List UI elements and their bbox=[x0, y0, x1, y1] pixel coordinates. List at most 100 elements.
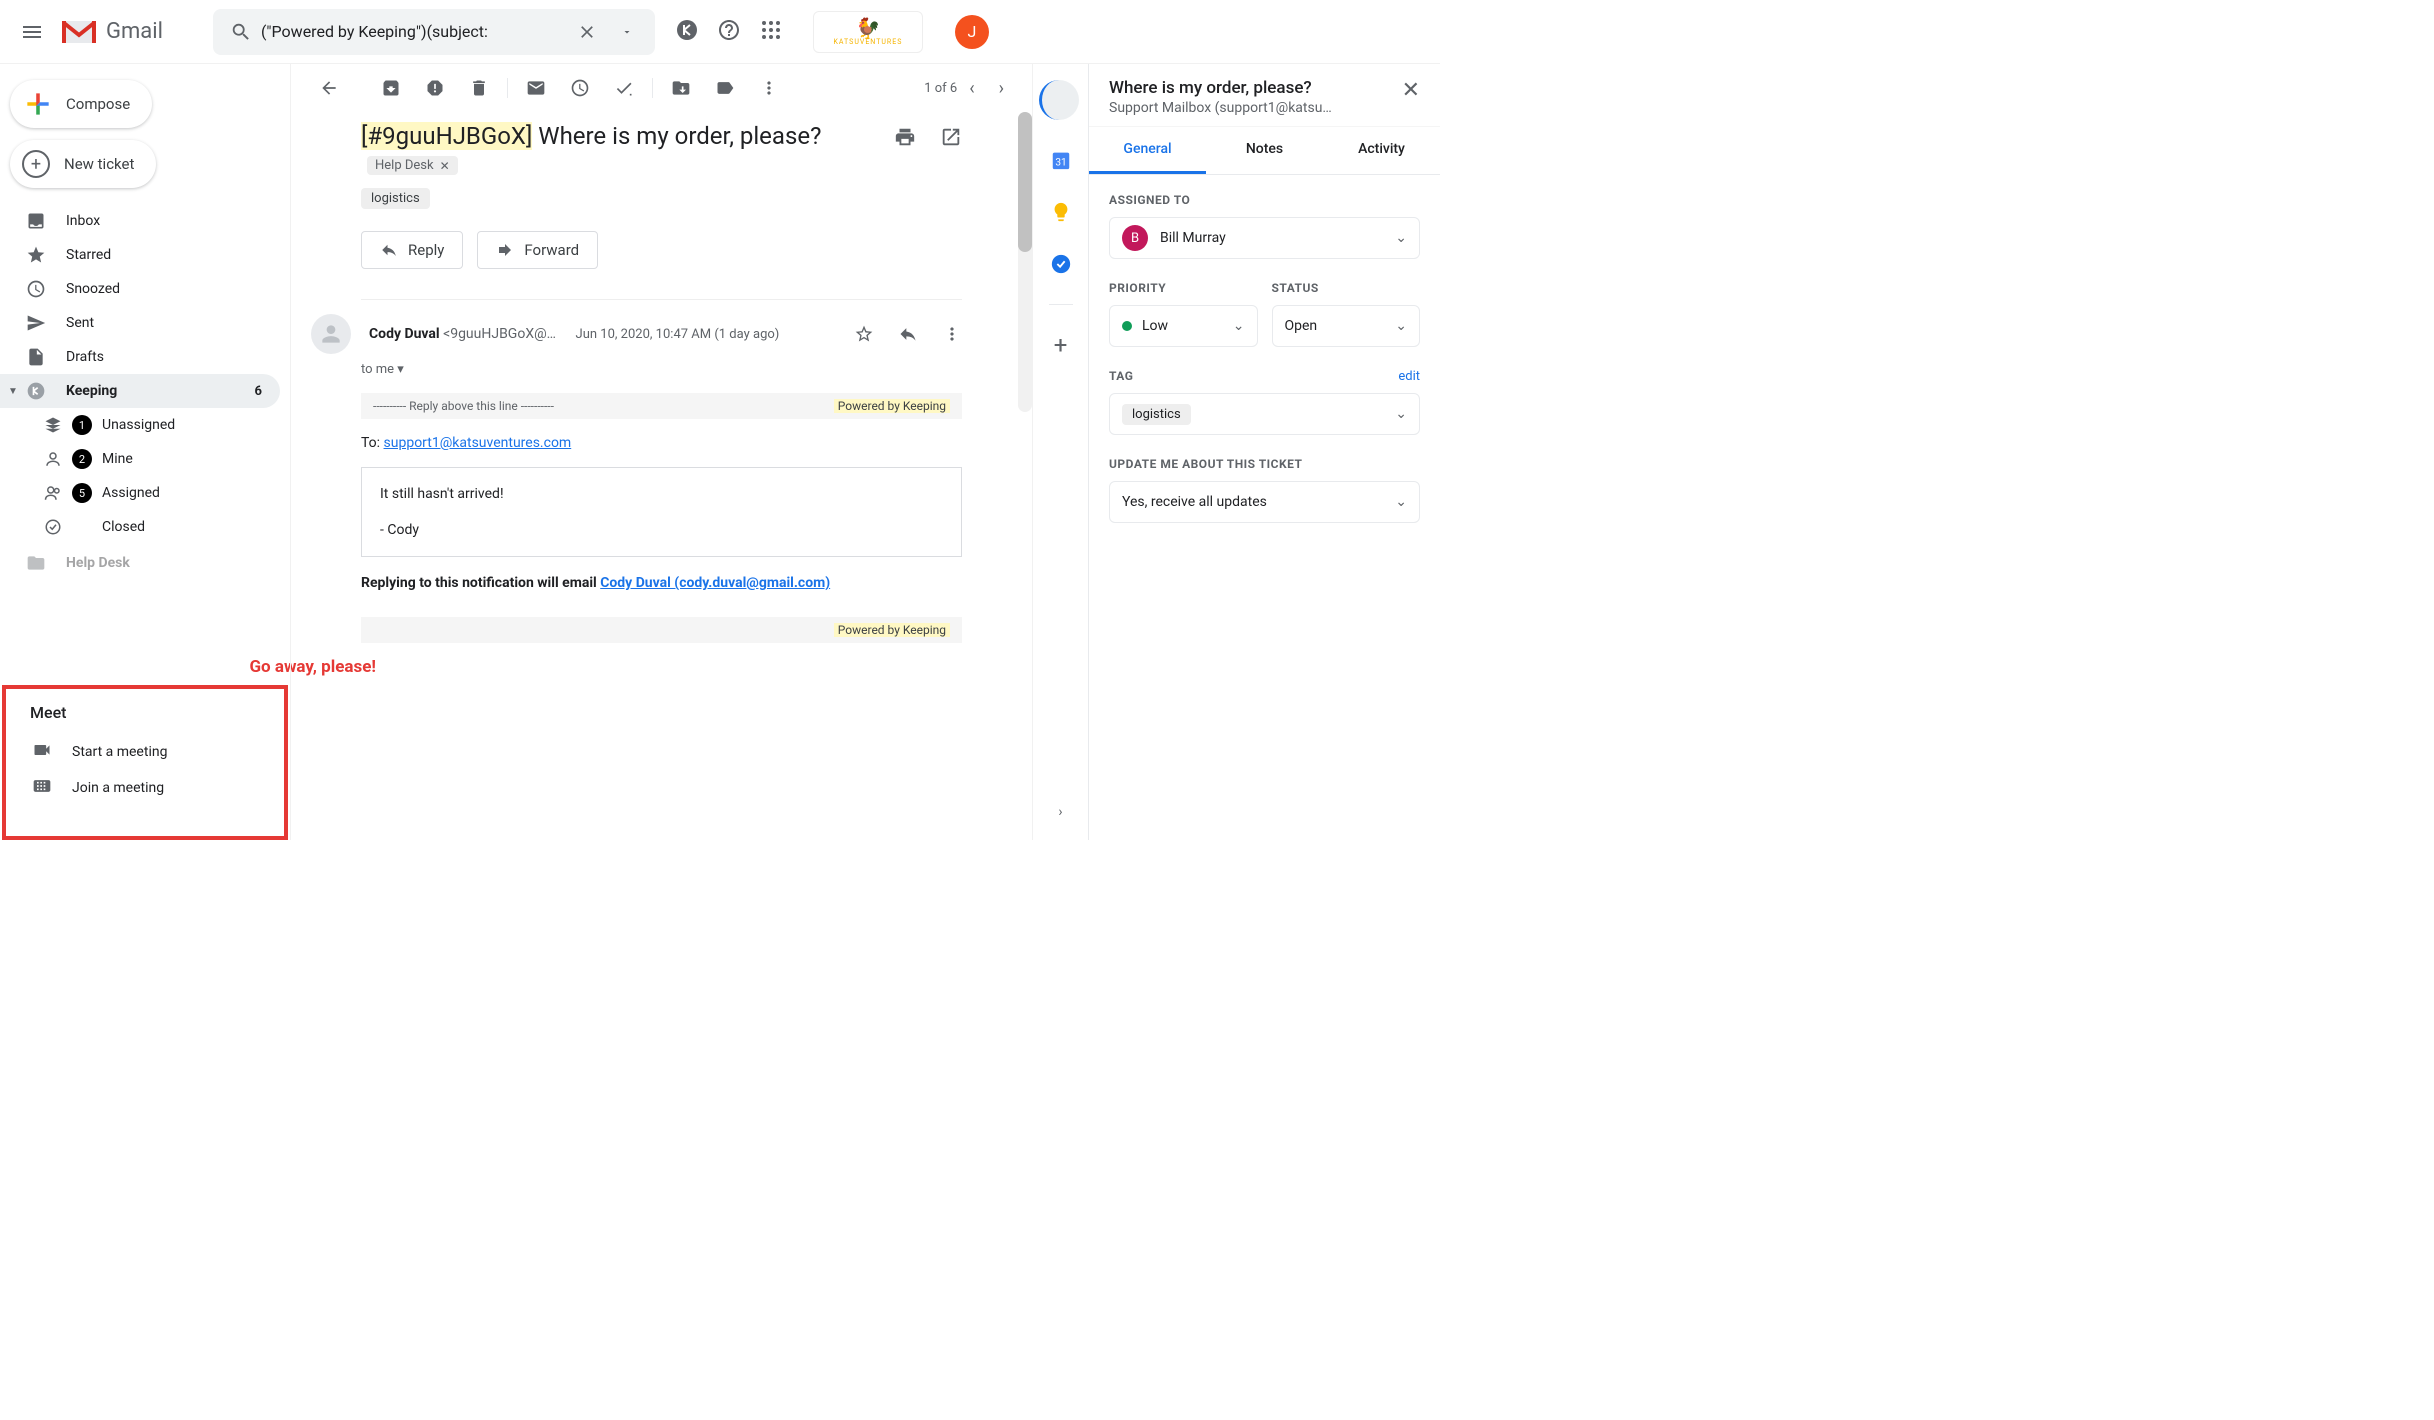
prev-email-icon[interactable]: ‹ bbox=[969, 78, 974, 99]
rail-calendar-icon[interactable]: 31 bbox=[1049, 148, 1073, 172]
more-icon[interactable] bbox=[759, 78, 779, 98]
search-options-icon[interactable] bbox=[607, 26, 647, 38]
tab-notes[interactable]: Notes bbox=[1206, 127, 1323, 174]
keeping-header-icon[interactable] bbox=[675, 18, 699, 46]
nav-assigned[interactable]: 5Assigned bbox=[0, 476, 290, 510]
nav-mine[interactable]: 2Mine bbox=[0, 442, 290, 476]
email-toolbar: 1 of 6 ‹ › bbox=[291, 64, 1032, 112]
rail-keeping-icon[interactable] bbox=[1039, 80, 1079, 120]
assignee-select[interactable]: B Bill Murray ⌄ bbox=[1109, 217, 1420, 259]
sender-avatar bbox=[311, 314, 351, 354]
reply-button[interactable]: Reply bbox=[361, 231, 463, 269]
move-icon[interactable] bbox=[671, 78, 691, 98]
edit-tag-link[interactable]: edit bbox=[1398, 369, 1420, 384]
chevron-down-icon: ⌄ bbox=[1233, 318, 1245, 334]
tag-label: TAG bbox=[1109, 369, 1133, 383]
remove-label-icon[interactable]: ✕ bbox=[440, 159, 450, 173]
new-ticket-label: New ticket bbox=[64, 155, 134, 173]
person-icon bbox=[42, 450, 64, 468]
star-message-icon[interactable] bbox=[854, 324, 874, 344]
account-avatar[interactable]: J bbox=[955, 15, 989, 49]
rail-keep-icon[interactable] bbox=[1049, 200, 1073, 224]
keyboard-icon bbox=[32, 776, 54, 800]
search-input[interactable] bbox=[261, 22, 567, 41]
panel-title: Where is my order, please? bbox=[1109, 78, 1332, 98]
join-meeting[interactable]: Join a meeting bbox=[6, 770, 284, 806]
print-icon[interactable] bbox=[894, 126, 916, 148]
to-recipients[interactable]: to me ▾ bbox=[361, 362, 962, 377]
spam-icon[interactable] bbox=[425, 78, 445, 98]
tag-select[interactable]: logistics ⌄ bbox=[1109, 393, 1420, 435]
support-email-link[interactable]: support1@katsuventures.com bbox=[384, 435, 572, 451]
update-select[interactable]: Yes, receive all updates ⌄ bbox=[1109, 481, 1420, 523]
chevron-down-icon: ⌄ bbox=[1395, 318, 1407, 334]
message-more-icon[interactable] bbox=[942, 324, 962, 344]
sender-name: Cody Duval bbox=[369, 326, 440, 342]
scrollbar[interactable] bbox=[1018, 112, 1032, 412]
label-chip-logistics[interactable]: logistics bbox=[361, 188, 430, 209]
nav-sent[interactable]: Sent bbox=[0, 306, 280, 340]
reply-notification: Replying to this notification will email… bbox=[361, 575, 962, 591]
snooze-icon[interactable] bbox=[570, 78, 590, 98]
back-icon[interactable] bbox=[319, 78, 339, 98]
chevron-down-icon: ⌄ bbox=[1395, 406, 1407, 422]
nav-drafts[interactable]: Drafts bbox=[0, 340, 280, 374]
reply-banner: ---------- Reply above this line -------… bbox=[361, 393, 962, 419]
assigned-label: ASSIGNED TO bbox=[1109, 193, 1420, 207]
panel-subtitle: Support Mailbox (support1@katsu… bbox=[1109, 100, 1332, 116]
katsu-logo[interactable]: 🐓 KATSUVENTURES bbox=[813, 11, 923, 53]
nav-starred[interactable]: Starred bbox=[0, 238, 280, 272]
sidebar: Compose + New ticket Inbox Starred Snooz… bbox=[0, 64, 290, 840]
apps-grid-icon[interactable] bbox=[759, 18, 783, 46]
chevron-down-icon: ▼ bbox=[8, 386, 18, 397]
compose-button[interactable]: Compose bbox=[10, 80, 152, 128]
nav-keeping[interactable]: ▼ Keeping 6 bbox=[0, 374, 280, 408]
tag-chip: logistics bbox=[1122, 404, 1191, 425]
nav-helpdesk[interactable]: Help Desk bbox=[0, 546, 280, 580]
send-icon bbox=[26, 313, 46, 333]
search-icon[interactable] bbox=[221, 21, 261, 43]
tab-activity[interactable]: Activity bbox=[1323, 127, 1440, 174]
chevron-down-icon[interactable]: ▾ bbox=[397, 362, 404, 377]
nav-unassigned[interactable]: 1Unassigned bbox=[0, 408, 290, 442]
reply-target-link[interactable]: Cody Duval (cody.duval@gmail.com) bbox=[600, 575, 830, 591]
gmail-logo[interactable]: Gmail bbox=[60, 17, 163, 47]
rail-collapse-icon[interactable]: › bbox=[1049, 800, 1073, 824]
start-meeting[interactable]: Start a meeting bbox=[6, 734, 284, 770]
rail-add-icon[interactable]: + bbox=[1049, 333, 1073, 357]
mark-unread-icon[interactable] bbox=[526, 78, 546, 98]
popout-icon[interactable] bbox=[940, 126, 962, 148]
task-icon[interactable] bbox=[614, 78, 634, 98]
help-icon[interactable] bbox=[717, 18, 741, 46]
nav-inbox[interactable]: Inbox bbox=[0, 204, 280, 238]
powered-by-keeping: Powered by Keeping bbox=[834, 399, 950, 413]
priority-label: PRIORITY bbox=[1109, 281, 1258, 295]
search-box[interactable] bbox=[213, 9, 655, 55]
archive-icon[interactable] bbox=[381, 78, 401, 98]
assignee-avatar: B bbox=[1122, 225, 1148, 251]
close-panel-icon[interactable]: ✕ bbox=[1402, 78, 1420, 116]
label-icon[interactable] bbox=[715, 78, 735, 98]
ticket-id: [#9guuHJBGoX] bbox=[361, 122, 532, 150]
delete-icon[interactable] bbox=[469, 78, 489, 98]
next-email-icon[interactable]: › bbox=[999, 78, 1004, 99]
label-chip-helpdesk[interactable]: Help Desk✕ bbox=[367, 156, 458, 175]
hamburger-menu[interactable] bbox=[8, 8, 56, 56]
ticket-panel: Where is my order, please? Support Mailb… bbox=[1088, 64, 1440, 840]
new-ticket-button[interactable]: + New ticket bbox=[10, 140, 156, 188]
tab-general[interactable]: General bbox=[1089, 127, 1206, 174]
bird-icon: 🐓 bbox=[856, 18, 881, 38]
nav-snoozed[interactable]: Snoozed bbox=[0, 272, 280, 306]
nav-closed[interactable]: Closed bbox=[0, 510, 290, 544]
priority-select[interactable]: Low ⌄ bbox=[1109, 305, 1258, 347]
stack-icon bbox=[42, 416, 64, 434]
email-date: Jun 10, 2020, 10:47 AM (1 day ago) bbox=[576, 327, 780, 342]
reply-message-icon[interactable] bbox=[898, 324, 918, 344]
rail-tasks-icon[interactable] bbox=[1049, 252, 1073, 276]
forward-button[interactable]: Forward bbox=[477, 231, 598, 269]
email-subject: [#9guuHJBGoX] Where is my order, please?… bbox=[361, 122, 894, 209]
clear-search-icon[interactable] bbox=[567, 22, 607, 42]
priority-dot bbox=[1122, 321, 1132, 331]
side-rail: 31 + › bbox=[1032, 64, 1088, 840]
status-select[interactable]: Open ⌄ bbox=[1272, 305, 1421, 347]
